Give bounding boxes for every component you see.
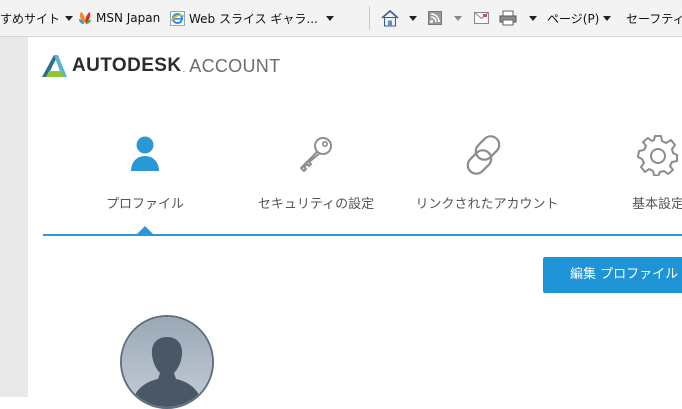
tab-linked-accounts[interactable]: リンクされたアカウント bbox=[407, 129, 567, 212]
msn-butterfly-icon bbox=[79, 12, 91, 24]
favorites-item-msn[interactable]: MSN Japan bbox=[78, 0, 160, 36]
autodesk-logo[interactable]: AUTODESK . ACCOUNT bbox=[42, 55, 280, 77]
chevron-down-icon[interactable] bbox=[529, 15, 537, 21]
rss-feed-icon bbox=[428, 11, 442, 25]
link-chain-icon bbox=[407, 129, 567, 179]
active-tab-indicator bbox=[136, 226, 154, 235]
print-button[interactable] bbox=[499, 0, 537, 36]
chevron-down-icon[interactable] bbox=[325, 15, 334, 21]
favorites-item-web-slice[interactable]: Web スライス ギャラ... bbox=[170, 0, 334, 36]
favorites-item-suggested-sites[interactable]: すめサイト bbox=[0, 0, 74, 36]
brand-mark: . bbox=[182, 63, 186, 75]
key-icon bbox=[236, 129, 396, 179]
safety-menu-label: セーフティ bbox=[626, 11, 682, 26]
user-profile-icon bbox=[65, 129, 225, 179]
default-avatar-icon bbox=[120, 315, 214, 409]
chevron-down-icon[interactable] bbox=[454, 15, 462, 21]
chevron-down-icon[interactable] bbox=[409, 15, 417, 21]
tab-label: 基本設定 bbox=[631, 197, 682, 212]
favorites-label: Web スライス ギャラ... bbox=[189, 11, 318, 26]
tab-label: リンクされたアカウント bbox=[415, 197, 559, 212]
tab-label: セキュリティの設定 bbox=[257, 197, 375, 212]
print-icon bbox=[499, 10, 517, 26]
mail-icon bbox=[474, 12, 489, 24]
toolbar-divider bbox=[369, 6, 370, 30]
tab-preferences[interactable]: 基本設定 bbox=[578, 129, 682, 212]
edit-profile-button[interactable]: 編集 プロファイル bbox=[543, 257, 682, 293]
safety-menu-button[interactable]: セーフティ bbox=[626, 0, 682, 36]
gear-icon bbox=[578, 129, 682, 179]
chevron-down-icon[interactable] bbox=[65, 15, 74, 21]
browser-left-rail bbox=[0, 37, 28, 397]
tab-profile[interactable]: プロファイル bbox=[65, 129, 225, 212]
favorites-label: すめサイト bbox=[0, 11, 61, 26]
tab-security-settings[interactable]: セキュリティの設定 bbox=[236, 129, 396, 212]
chevron-down-icon[interactable] bbox=[603, 15, 612, 21]
page-menu-button[interactable]: ページ(P) bbox=[547, 0, 612, 36]
ie-web-slice-icon bbox=[170, 10, 185, 26]
mail-button[interactable] bbox=[474, 0, 489, 36]
tab-label: プロファイル bbox=[105, 197, 184, 212]
brand-name: AUTODESK bbox=[72, 55, 182, 76]
favorites-label: MSN Japan bbox=[96, 11, 161, 25]
brand-suffix: ACCOUNT bbox=[189, 55, 281, 76]
browser-toolbar: すめサイト MSN Japan Web スライス ギャラ... ページ(P) セ… bbox=[0, 0, 682, 37]
autodesk-logo-icon bbox=[42, 55, 67, 77]
home-button[interactable] bbox=[381, 0, 417, 36]
account-page: AUTODESK . ACCOUNT プロファイル セキュリティの設定 リンクさ… bbox=[28, 37, 682, 409]
home-icon bbox=[381, 9, 399, 26]
feeds-button[interactable] bbox=[428, 0, 462, 36]
page-menu-label: ページ(P) bbox=[547, 11, 600, 26]
